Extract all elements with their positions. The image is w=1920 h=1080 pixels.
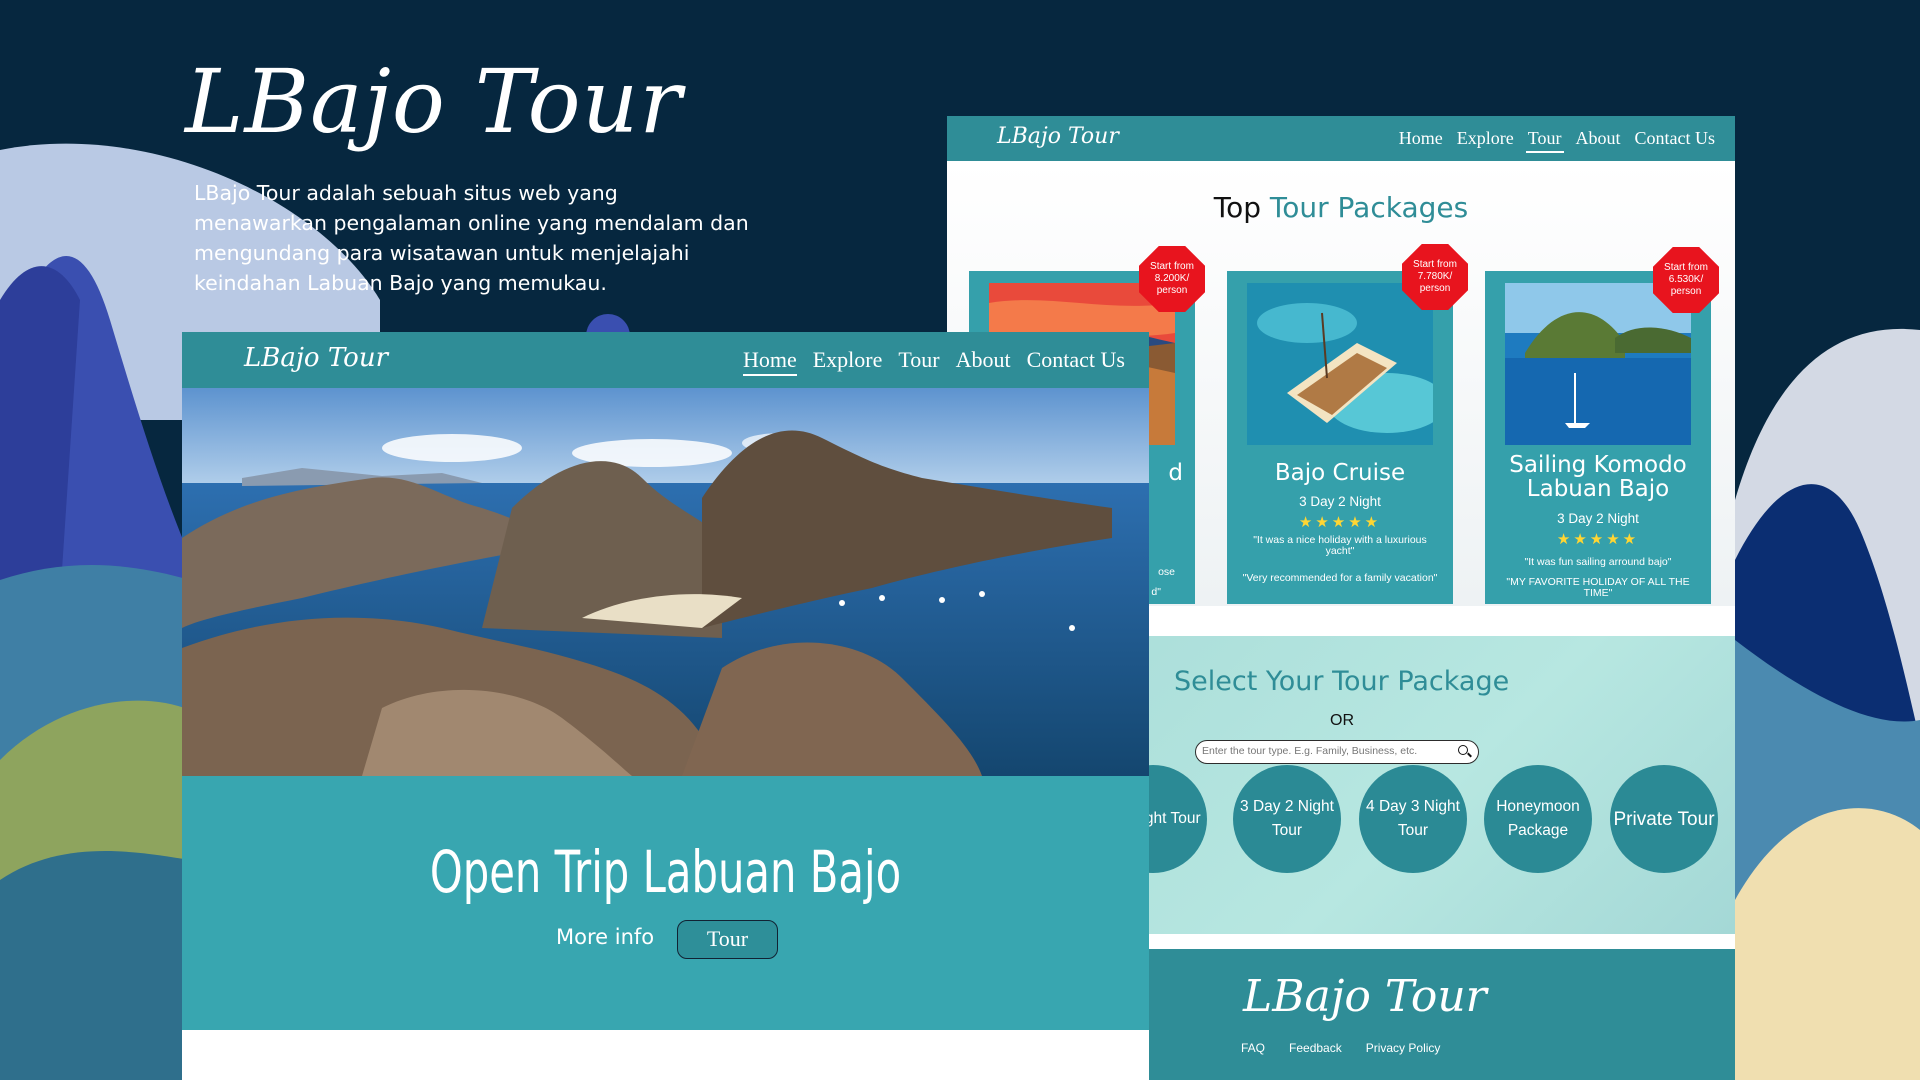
nav-about[interactable]: About [1574, 128, 1623, 153]
review-text: "Very recommended for a family vacation" [1242, 572, 1438, 584]
title-accent: Tour Packages [1269, 191, 1469, 224]
package-duration: 3 Day 2 Night [1299, 494, 1381, 509]
hero-caption-band: Open Trip Labuan Bajo More info Tour [182, 776, 1149, 1030]
footer-logo: LBajo Tour [1243, 971, 1487, 1022]
review-text: d" [1151, 586, 1161, 598]
nav-home[interactable]: Home [742, 347, 797, 376]
review-text: "MY FAVORITE HOLIDAY OF ALL THE TIME" [1506, 576, 1690, 599]
package-name: Bajo Cruise [1274, 460, 1406, 486]
more-info-label: More info [556, 925, 655, 949]
nav-tour[interactable]: Tour [898, 347, 939, 376]
tour-search-input[interactable]: Enter the tour type. E.g. Family, Busine… [1195, 740, 1479, 764]
search-placeholder: Enter the tour type. E.g. Family, Busine… [1202, 745, 1418, 757]
select-package-title: Select Your Tour Package [1174, 666, 1510, 697]
nav-explore[interactable]: Explore [1455, 128, 1516, 153]
nav-contact[interactable]: Contact Us [1633, 128, 1718, 153]
package-option-honeymoon[interactable]: Honeymoon Package [1484, 765, 1592, 873]
review-text: ose [1158, 566, 1175, 578]
footer-link-privacy[interactable]: Privacy Policy [1366, 1041, 1441, 1055]
search-icon[interactable] [1458, 745, 1468, 755]
price-badge: Start from 6.530K/ person [1653, 247, 1719, 313]
package-card-bajo-cruise[interactable]: Bajo Cruise 3 Day 2 Night ★★★★★ "It was … [1227, 271, 1453, 604]
tour-button[interactable]: Tour [677, 920, 778, 959]
nav-explore[interactable]: Explore [813, 347, 883, 376]
footer-link-faq[interactable]: FAQ [1241, 1041, 1265, 1055]
package-option-3-day[interactable]: 3 Day 2 Night Tour [1233, 765, 1341, 873]
package-card-sailing-komodo[interactable]: Sailing Komodo Labuan Bajo 3 Day 2 Night… [1485, 271, 1711, 604]
home-page-logo[interactable]: LBajo Tour [244, 343, 388, 373]
nav-tour[interactable]: Tour [1525, 128, 1564, 153]
top-packages-title: Top Tour Packages [947, 191, 1735, 224]
nav-contact[interactable]: Contact Us [1027, 347, 1125, 376]
package-photo-sailing [1505, 283, 1691, 445]
price-badge: Start from 7.780K/ person [1402, 244, 1468, 310]
package-name: Sailing Komodo Labuan Bajo [1509, 452, 1687, 502]
intro-description: LBajo Tour adalah sebuah situs web yang … [194, 181, 749, 295]
nav-home[interactable]: Home [1397, 128, 1445, 153]
or-label: OR [1330, 712, 1354, 729]
package-duration: 3 Day 2 Night [1557, 511, 1639, 526]
price-badge: Start from 8.200K/ person [1139, 246, 1205, 312]
hero-image-padar-island [182, 388, 1149, 776]
nav-about[interactable]: About [956, 347, 1011, 376]
title-prefix: Top [1213, 191, 1270, 224]
review-text: "It was fun sailing arround bajo" [1524, 556, 1672, 568]
brand-title: LBajo Tour [185, 50, 683, 153]
package-option-4-day[interactable]: 4 Day 3 Night Tour [1359, 765, 1467, 873]
package-name: d [1168, 460, 1183, 486]
rating-stars: ★★★★★ [1556, 531, 1640, 548]
review-text: "It was a nice holiday with a luxurious … [1253, 534, 1427, 557]
package-photo-cruise [1247, 283, 1433, 445]
rating-stars: ★★★★★ [1298, 514, 1382, 531]
home-page-mockup: LBajo Tour Home Explore Tour About Conta… [182, 332, 1149, 1080]
footer-link-feedback[interactable]: Feedback [1289, 1041, 1342, 1055]
home-page-navbar: LBajo Tour Home Explore Tour About Conta… [182, 332, 1149, 388]
hero-headline: Open Trip Labuan Bajo [429, 838, 902, 906]
package-option-private[interactable]: Private Tour [1610, 765, 1718, 873]
tour-page-navbar: LBajo Tour Home Explore Tour About Conta… [947, 116, 1735, 161]
tour-page-logo[interactable]: LBajo Tour [997, 124, 1119, 149]
